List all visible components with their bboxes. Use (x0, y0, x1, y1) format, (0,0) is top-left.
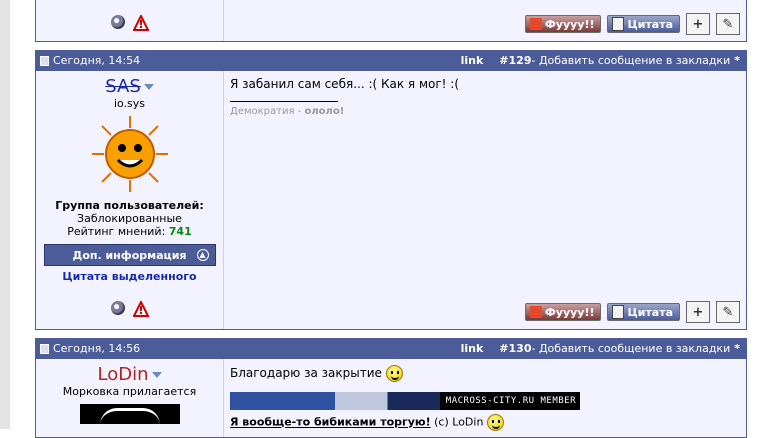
post-date: Сегодня, 14:56 (53, 342, 141, 355)
more-info-button[interactable]: Доп. информация ▲ (43, 244, 216, 266)
post-header: Сегодня, 14:54 link #129 - Добавить сооб… (36, 51, 746, 71)
post-previous-sidebar (36, 0, 224, 41)
signature-prefix: Демократия - (230, 106, 302, 117)
signature-quote-author: (c) LoDin (434, 415, 484, 429)
post-link[interactable]: link (461, 54, 484, 67)
rating-value[interactable]: 741 (169, 225, 192, 238)
post-number[interactable]: #129 (499, 54, 531, 67)
user-nick-text[interactable]: SAS (105, 76, 141, 97)
post-content: Благодарю за закрытие MACROSS-CITY.RU ME… (224, 359, 746, 437)
smile-icon (385, 365, 403, 382)
user-title: io.sys (113, 97, 146, 110)
signature-banner[interactable]: MACROSS-CITY.RU MEMBER (230, 392, 580, 410)
banner-text: MACROSS-CITY.RU MEMBER (445, 396, 576, 406)
post-date: Сегодня, 14:54 (53, 54, 141, 67)
post-document-icon (40, 343, 49, 354)
fu-label: Фуууу!! (544, 17, 595, 31)
bookmark-link[interactable]: - Добавить сообщение в закладки (531, 54, 730, 67)
smile-icon (486, 414, 504, 431)
rating-line: Рейтинг мнений: 741 (36, 225, 223, 238)
post-content: Я забанил сам себя... :( Как я мог! :( Д… (224, 71, 746, 329)
post-link[interactable]: link (461, 342, 484, 355)
post-129: Сегодня, 14:54 link #129 - Добавить сооб… (35, 50, 747, 330)
collapse-up-icon: ▲ (196, 249, 209, 261)
chevron-down-icon[interactable] (143, 84, 154, 90)
fu-button[interactable]: Фуууу!! (524, 303, 602, 321)
quote-label: Цитата (627, 17, 673, 31)
user-sidebar: LoDin Морковка прилагается (36, 359, 224, 437)
post-previous-content: Фуууу!! Цитата + ✎ (224, 0, 746, 41)
more-info-label: Доп. информация (72, 248, 187, 262)
chevron-down-icon[interactable] (151, 372, 162, 378)
post-message-text: Благодарю за закрытие (230, 366, 382, 380)
post-number[interactable]: #130 (499, 342, 531, 355)
report-warning-icon[interactable] (132, 301, 149, 317)
post-previous: Фуууу!! Цитата + ✎ (35, 0, 747, 42)
post-130: Сегодня, 14:56 link #130 - Добавить сооб… (35, 338, 747, 438)
signature-bold: ололо! (304, 106, 345, 117)
signature-quote: Я вообще-то бибиками торгую! (c) LoDin (230, 414, 740, 431)
edit-button[interactable]: ✎ (716, 301, 740, 323)
quote-label: Цитата (627, 305, 673, 319)
post-star[interactable]: * (734, 342, 740, 355)
group-label: Группа пользователей: (55, 199, 204, 212)
fast-reply-button[interactable]: + (686, 301, 710, 323)
edit-button[interactable]: ✎ (716, 13, 740, 35)
quote-selected-link[interactable]: Цитата выделенного (36, 270, 223, 283)
fast-reply-button[interactable]: + (686, 13, 710, 35)
thumb-down-icon (529, 306, 542, 318)
report-warning-icon[interactable] (132, 15, 149, 31)
signature-divider (230, 101, 338, 102)
user-sidebar: SAS io.sys Группа пользователей: Заблоки… (36, 71, 224, 329)
rating-label: Рейтинг мнений: (67, 225, 166, 238)
quote-button[interactable]: Цитата (607, 303, 680, 321)
post-header: Сегодня, 14:56 link #130 - Добавить сооб… (36, 339, 746, 359)
signature: Демократия - ололо! (230, 106, 740, 117)
bookmark-link[interactable]: - Добавить сообщение в закладки (531, 342, 730, 355)
post-document-icon (40, 55, 49, 66)
quote-icon (612, 305, 625, 319)
user-nick[interactable]: SAS (36, 77, 223, 97)
sun-avatar (91, 116, 168, 192)
post-message: Благодарю за закрытие (230, 365, 740, 382)
post-star[interactable]: * (734, 54, 740, 67)
page-left-gutter (0, 0, 10, 429)
offline-status-icon (110, 301, 125, 315)
user-nick-text[interactable]: LoDin (98, 364, 149, 385)
user-title: Морковка прилагается (62, 385, 197, 398)
thumb-down-icon (529, 18, 542, 30)
quote-icon (612, 17, 625, 31)
user-nick[interactable]: LoDin (36, 365, 223, 385)
fu-button[interactable]: Фуууу!! (524, 15, 602, 33)
group-value: Заблокированные (77, 212, 182, 225)
post-message: Я забанил сам себя... :( Как я мог! :( (230, 77, 460, 91)
offline-status-icon (110, 15, 125, 29)
cat-avatar (79, 404, 180, 424)
fu-label: Фуууу!! (544, 305, 595, 319)
quote-button[interactable]: Цитата (607, 15, 680, 33)
signature-quote-bold: Я вообще-то бибиками торгую! (230, 415, 431, 429)
